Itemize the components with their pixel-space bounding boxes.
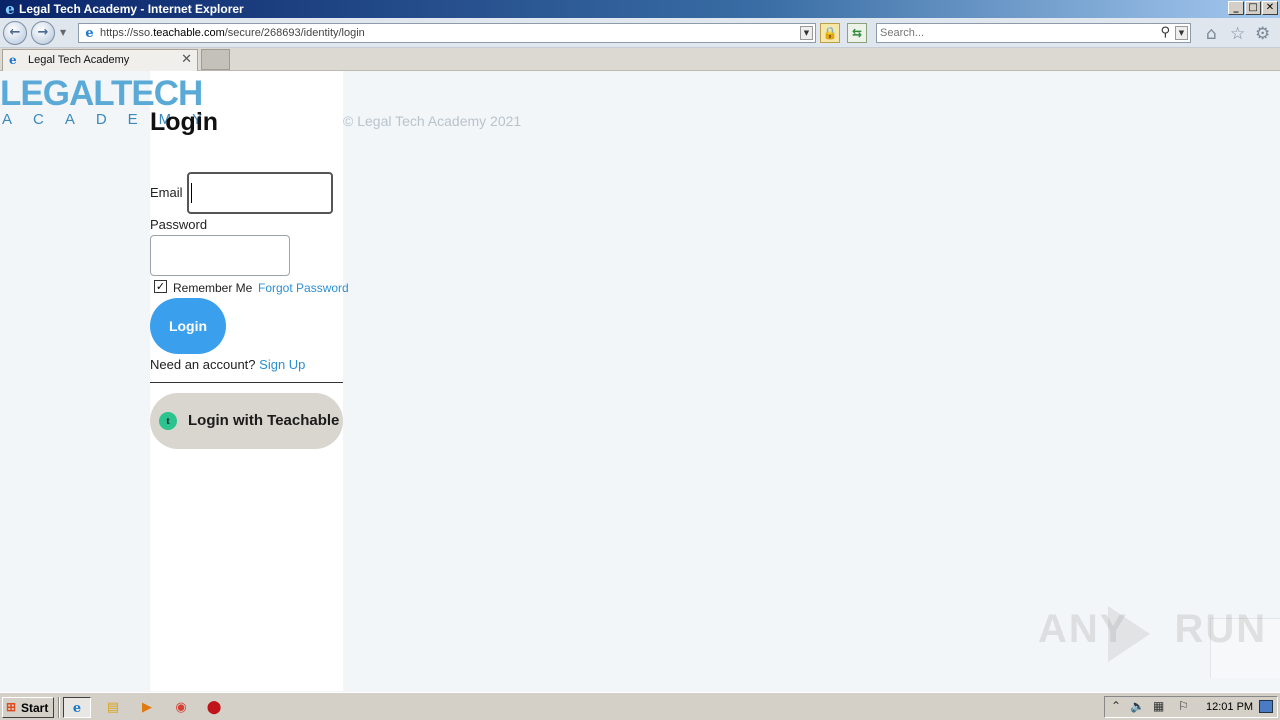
address-toolbar: ← → ▼ e https://sso.teachable.com/secure…: [0, 18, 1280, 48]
tab-label: Legal Tech Academy: [28, 54, 130, 66]
show-desktop-icon[interactable]: [1259, 700, 1273, 713]
copyright-text: © Legal Tech Academy 2021: [343, 113, 522, 129]
start-button[interactable]: ⊞ Start: [2, 697, 54, 718]
back-arrow-icon[interactable]: ←: [3, 21, 27, 45]
history-dropdown-icon[interactable]: ▼: [60, 28, 66, 37]
search-input[interactable]: [880, 26, 1150, 40]
tab-favicon-icon: e: [9, 53, 17, 67]
logo-wordmark: LEGALTECH: [0, 74, 203, 113]
signup-prompt: Need an account? Sign Up: [150, 357, 305, 372]
favorites-star-icon[interactable]: ☆: [1230, 24, 1245, 44]
taskbar: ⊞ Start e ▤ ▶ ◉ ⬤ ⌃ 🔈 ▦ ⚐ 12:01 PM: [0, 692, 1280, 720]
system-tray: ⌃ 🔈 ▦ ⚐ 12:01 PM: [1104, 696, 1278, 718]
chrome-icon[interactable]: ◉: [167, 697, 195, 718]
maximize-button[interactable]: □: [1245, 1, 1261, 15]
volume-icon[interactable]: 🔈: [1130, 699, 1145, 713]
minimize-button[interactable]: _: [1228, 1, 1244, 15]
divider: [150, 382, 343, 383]
internet-explorer-icon[interactable]: e: [63, 697, 91, 718]
url-text[interactable]: https://sso.teachable.com/secure/268693/…: [100, 27, 365, 39]
forward-arrow-icon[interactable]: →: [31, 21, 55, 45]
windows-logo-icon: ⊞: [6, 700, 17, 714]
action-center-flag-icon[interactable]: ⚐: [1178, 699, 1189, 713]
antivirus-icon[interactable]: ⬤: [200, 697, 228, 718]
lock-icon[interactable]: 🔒: [820, 23, 840, 43]
start-label: Start: [21, 701, 49, 715]
file-explorer-icon[interactable]: ▤: [99, 697, 127, 718]
clock[interactable]: 12:01 PM: [1206, 701, 1253, 713]
login-button[interactable]: Login: [150, 298, 226, 354]
tab-strip: e Legal Tech Academy ✕: [0, 48, 1280, 71]
tab-legal-tech-academy[interactable]: e Legal Tech Academy ✕: [2, 49, 198, 71]
show-hidden-icons-icon[interactable]: ⌃: [1111, 699, 1121, 713]
tab-close-icon[interactable]: ✕: [181, 52, 192, 67]
email-field[interactable]: [187, 172, 333, 214]
internet-explorer-icon: e: [5, 0, 15, 18]
remember-me-checkbox[interactable]: ✓: [154, 280, 167, 293]
need-account-text: Need an account?: [150, 357, 256, 372]
forgot-password-link[interactable]: Forgot Password: [258, 281, 349, 295]
new-tab-button[interactable]: [201, 49, 230, 70]
search-icon[interactable]: ⚲: [1160, 25, 1170, 40]
login-with-teachable-button[interactable]: t Login with Teachable: [150, 393, 343, 449]
password-label: Password: [150, 217, 208, 232]
home-icon[interactable]: ⌂: [1206, 24, 1217, 44]
login-panel: [150, 71, 343, 691]
watermark-play-icon: [1108, 606, 1150, 662]
search-box[interactable]: ⚲ ▼: [876, 23, 1191, 43]
email-label: Email: [150, 185, 183, 200]
sign-up-link[interactable]: Sign Up: [259, 357, 305, 372]
password-field[interactable]: [150, 235, 290, 276]
close-window-button[interactable]: ✕: [1262, 1, 1278, 15]
window-title: Legal Tech Academy - Internet Explorer: [19, 2, 244, 16]
page-content: LEGALTECH ACADEMY Login © Legal Tech Aca…: [0, 71, 1280, 691]
text-caret: [191, 183, 192, 203]
address-dropdown-icon[interactable]: ▼: [800, 26, 813, 40]
network-icon[interactable]: ▦: [1153, 699, 1164, 713]
window-title-bar: e Legal Tech Academy - Internet Explorer…: [0, 0, 1280, 18]
settings-gear-icon[interactable]: ⚙: [1255, 24, 1270, 44]
teachable-logo-icon: t: [159, 412, 177, 430]
search-dropdown-icon[interactable]: ▼: [1175, 26, 1188, 40]
address-bar[interactable]: e https://sso.teachable.com/secure/26869…: [78, 23, 816, 43]
page-favicon-icon: e: [85, 26, 94, 41]
taskbar-separator: [58, 697, 60, 718]
refresh-icon[interactable]: ⇆: [847, 23, 867, 43]
media-player-icon[interactable]: ▶: [133, 697, 161, 718]
anyrun-watermark: ANY RUN: [1038, 607, 1268, 651]
remember-me-label[interactable]: Remember Me: [173, 281, 252, 295]
login-with-teachable-label: Login with Teachable: [188, 412, 340, 429]
page-title: Login: [150, 108, 219, 136]
